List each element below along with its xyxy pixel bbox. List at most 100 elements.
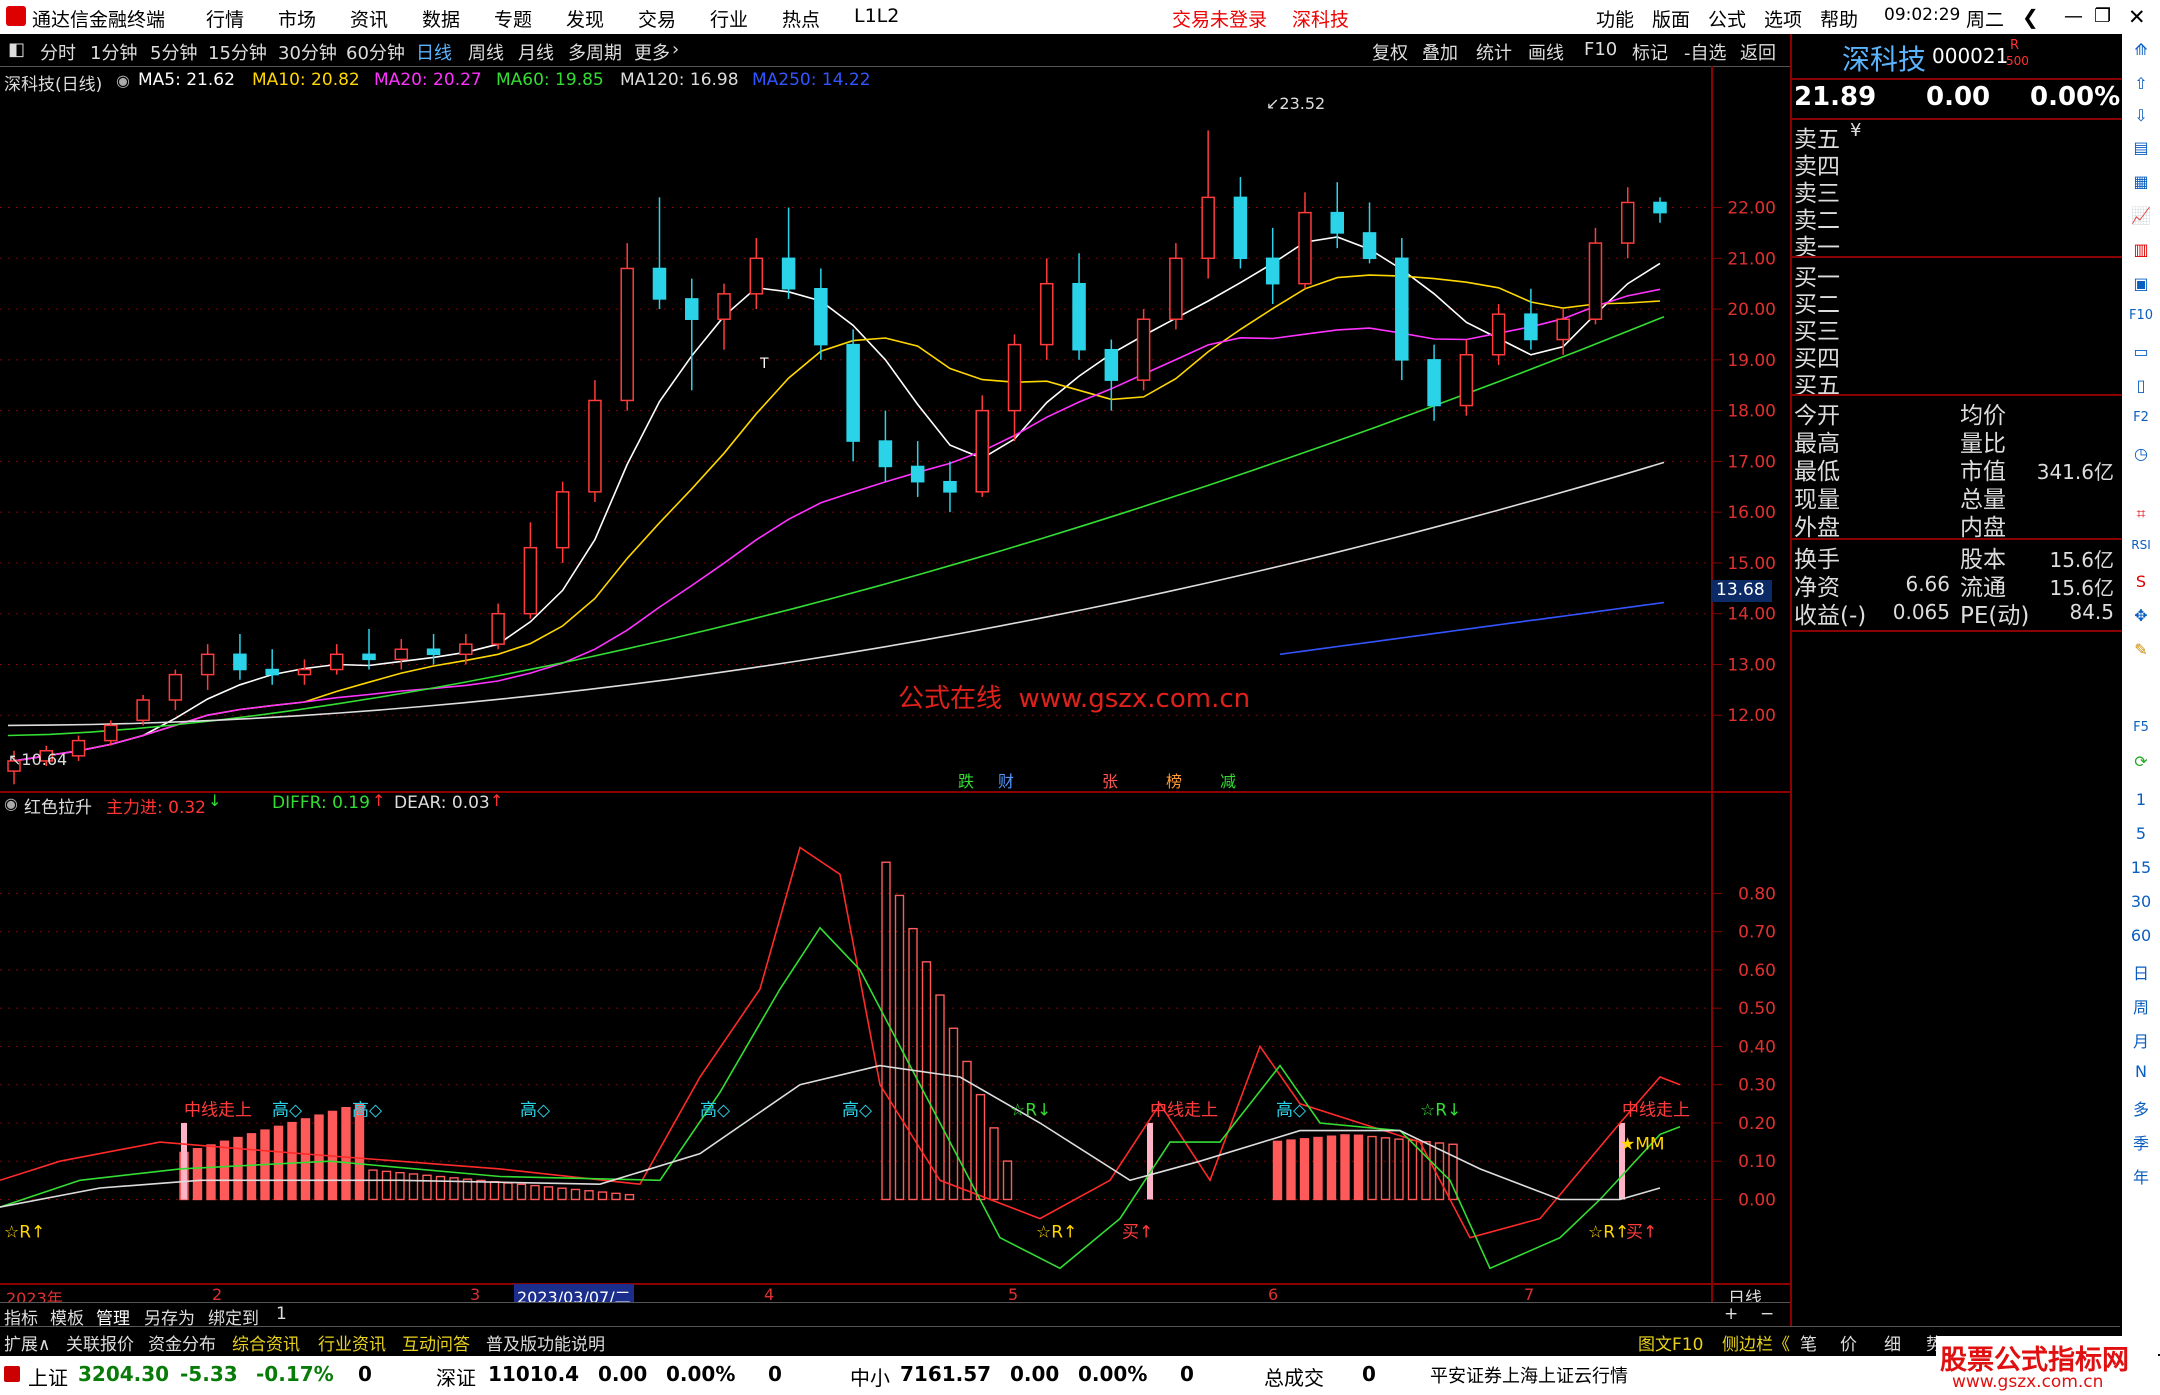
tool-diejia[interactable]: 叠加: [1422, 39, 1458, 65]
index-zx-name[interactable]: 中小: [850, 1362, 890, 1391]
f2-icon[interactable]: F2: [2126, 410, 2156, 436]
menu-l1l2[interactable]: L1L2: [854, 5, 899, 27]
tab-zijinfenbu[interactable]: 资金分布: [148, 1330, 216, 1355]
doc2-icon[interactable]: ▯: [2126, 376, 2156, 402]
pen-icon[interactable]: ✎: [2126, 640, 2156, 666]
event-tag-zhang[interactable]: 张: [1102, 768, 1118, 792]
minimize-icon[interactable]: —: [2064, 5, 2083, 27]
menu-gongshi[interactable]: 公式: [1708, 5, 1746, 32]
period-year-icon[interactable]: 年: [2126, 1164, 2156, 1190]
zoom-in-button[interactable]: +: [1724, 1304, 1738, 1324]
menu-faxian[interactable]: 发现: [566, 5, 604, 32]
period-multi-icon[interactable]: 多: [2126, 1096, 2156, 1122]
menu-zixun[interactable]: 资讯: [350, 5, 388, 32]
news-icon[interactable]: ▣: [2126, 274, 2156, 300]
f10-icon[interactable]: F10: [2126, 308, 2156, 334]
btn-sidebar[interactable]: 侧边栏《: [1722, 1330, 1790, 1355]
period-multi[interactable]: 多周期: [568, 39, 622, 65]
btn-slot-1[interactable]: 1: [276, 1304, 287, 1324]
server-name[interactable]: 平安证券上海上证云行情: [1430, 1362, 1628, 1388]
period-day-icon[interactable]: 日: [2126, 960, 2156, 986]
tool-fuquan[interactable]: 复权: [1372, 39, 1408, 65]
index-sh-name[interactable]: 上证: [28, 1362, 68, 1391]
tab-puji[interactable]: 普及版功能说明: [486, 1330, 605, 1355]
f5-icon[interactable]: F5: [2126, 720, 2156, 746]
btn-jia[interactable]: 价: [1840, 1330, 1857, 1355]
period-5-icon[interactable]: 5: [2126, 824, 2156, 850]
event-tag-die[interactable]: 跌: [958, 768, 974, 792]
tool-biaoji[interactable]: 标记: [1632, 39, 1668, 65]
indicator-settings-icon[interactable]: ◉: [4, 794, 18, 813]
period-5min[interactable]: 5分钟: [150, 39, 197, 65]
kline-chart-area[interactable]: 中线走上 高◇ 高◇ 高◇ 高◇ 高◇ ☆R↓ 中线走上 高◇ ☆R↓ 中线走上★MM☆R↑ ☆R↑ 买…: [0, 66, 1790, 1302]
period-more[interactable]: 更多: [634, 39, 670, 65]
period-30min[interactable]: 30分钟: [278, 39, 337, 65]
tool-zixuan[interactable]: -自选: [1684, 39, 1727, 65]
clock-icon[interactable]: ◷: [2126, 444, 2156, 470]
btn-bi[interactable]: 笔: [1800, 1330, 1817, 1355]
index-sz-name[interactable]: 深证: [436, 1362, 476, 1391]
close-icon[interactable]: ✕: [2128, 5, 2146, 29]
menu-shichang[interactable]: 市场: [278, 5, 316, 32]
period-15-icon[interactable]: 15: [2126, 858, 2156, 884]
tool-fanhui[interactable]: 返回: [1740, 39, 1776, 65]
toggle-panel-icon[interactable]: ◧: [8, 39, 25, 60]
menu-bangzhu[interactable]: 帮助: [1820, 5, 1858, 32]
menu-hangqing[interactable]: 行情: [206, 5, 244, 32]
more-chevron-icon[interactable]: ›: [672, 39, 679, 60]
collapse-icon[interactable]: ⟰: [2126, 40, 2156, 66]
period-daily[interactable]: 日线: [416, 39, 452, 65]
move-icon[interactable]: ✥: [2126, 606, 2156, 632]
menu-zhuanti[interactable]: 专题: [494, 5, 532, 32]
menu-jiaoyi[interactable]: 交易: [638, 5, 676, 32]
event-tag-bang[interactable]: 榜: [1166, 768, 1182, 792]
restore-icon[interactable]: ❐: [2094, 5, 2111, 27]
s-icon[interactable]: S: [2126, 572, 2156, 598]
line-chart-icon[interactable]: 📈: [2126, 206, 2156, 232]
menu-gongneng[interactable]: 功能: [1596, 5, 1634, 32]
login-status[interactable]: 交易未登录: [1172, 5, 1267, 32]
signal-icon[interactable]: ⌗: [2126, 504, 2156, 530]
btn-xi[interactable]: 细: [1884, 1330, 1901, 1355]
list-icon[interactable]: ▤: [2126, 138, 2156, 164]
tab-hudongwenda[interactable]: 互动问答: [402, 1330, 470, 1355]
period-week-icon[interactable]: 周: [2126, 994, 2156, 1020]
menu-banmian[interactable]: 版面: [1652, 5, 1690, 32]
candle-icon[interactable]: ▥: [2126, 240, 2156, 266]
doc-icon[interactable]: ▭: [2126, 342, 2156, 368]
refresh-icon[interactable]: ⟳: [2126, 752, 2156, 778]
event-tag-jian[interactable]: 减: [1220, 768, 1236, 792]
tool-f10[interactable]: F10: [1584, 39, 1617, 60]
period-60min[interactable]: 60分钟: [346, 39, 405, 65]
menu-hangye[interactable]: 行业: [710, 5, 748, 32]
down-arrow-icon[interactable]: ⇩: [2126, 106, 2156, 132]
tool-huaxian[interactable]: 画线: [1528, 39, 1564, 65]
tab-hangyezixun[interactable]: 行业资讯: [318, 1330, 386, 1355]
rsi-icon[interactable]: RSI: [2126, 538, 2156, 564]
table-icon[interactable]: ▦: [2126, 172, 2156, 198]
period-n-icon[interactable]: N: [2126, 1062, 2156, 1088]
period-1-icon[interactable]: 1: [2126, 790, 2156, 816]
period-15min[interactable]: 15分钟: [208, 39, 267, 65]
period-quarter-icon[interactable]: 季: [2126, 1130, 2156, 1156]
menu-xuanxiang[interactable]: 选项: [1764, 5, 1802, 32]
back-icon[interactable]: ❮: [2022, 5, 2039, 29]
candle: [71, 735, 86, 761]
period-weekly[interactable]: 周线: [468, 39, 504, 65]
period-1min[interactable]: 1分钟: [90, 39, 137, 65]
period-monthly[interactable]: 月线: [518, 39, 554, 65]
menu-redian[interactable]: 热点: [782, 5, 820, 32]
zoom-out-button[interactable]: −: [1760, 1304, 1774, 1324]
period-30-icon[interactable]: 30: [2126, 892, 2156, 918]
menu-shuju[interactable]: 数据: [422, 5, 460, 32]
tab-kuozhan[interactable]: 扩展∧: [4, 1330, 50, 1355]
up-arrow-icon[interactable]: ⇧: [2126, 74, 2156, 100]
event-tag-cai[interactable]: 财: [998, 768, 1014, 792]
btn-tuwen-f10[interactable]: 图文F10: [1638, 1330, 1703, 1355]
tab-guanlianbaojia[interactable]: 关联报价: [66, 1330, 134, 1355]
period-month-icon[interactable]: 月: [2126, 1028, 2156, 1054]
tool-tongji[interactable]: 统计: [1476, 39, 1512, 65]
tab-zonghezixun[interactable]: 综合资讯: [232, 1330, 300, 1355]
period-fenshi[interactable]: 分时: [40, 39, 76, 65]
period-60-icon[interactable]: 60: [2126, 926, 2156, 952]
